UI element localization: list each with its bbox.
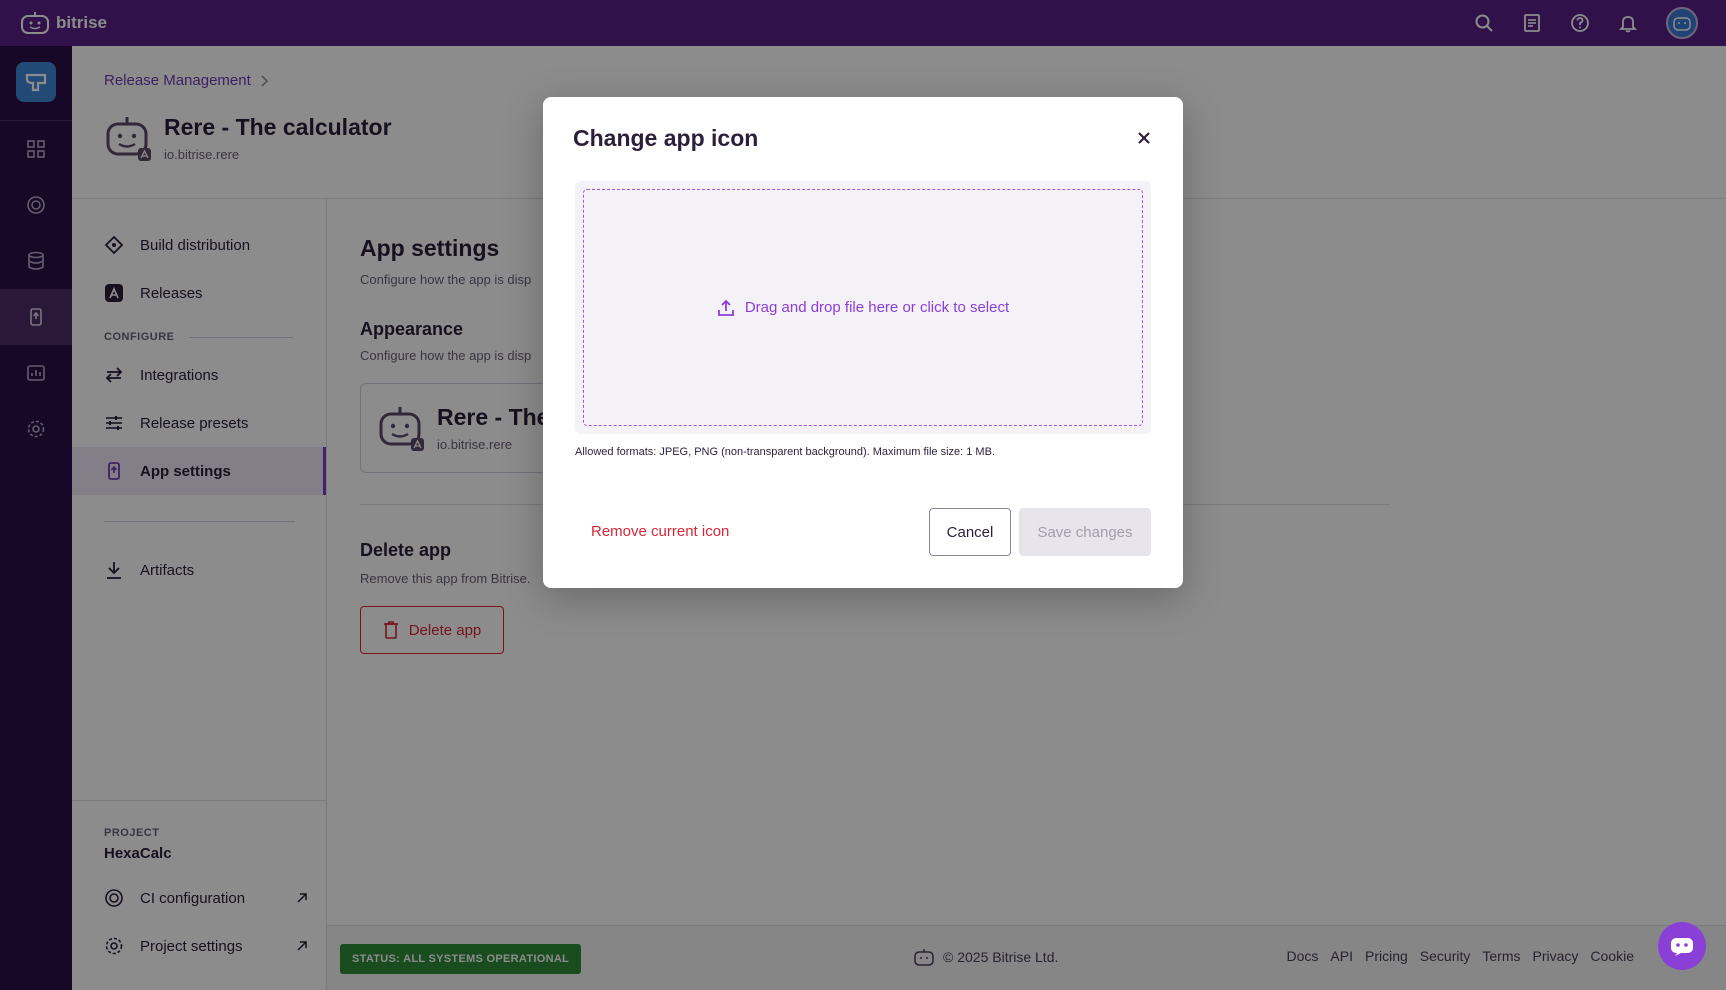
change-app-icon-dialog: Change app icon Drag and drop file here … <box>543 97 1183 588</box>
chat-button[interactable] <box>1658 922 1706 970</box>
allowed-formats-hint: Allowed formats: JPEG, PNG (non-transpar… <box>575 446 995 458</box>
remove-current-icon-button[interactable]: Remove current icon <box>591 523 729 540</box>
chat-robot-icon <box>1671 938 1693 956</box>
file-dropzone[interactable]: Drag and drop file here or click to sele… <box>583 189 1143 426</box>
close-icon <box>1138 132 1150 144</box>
save-changes-button[interactable]: Save changes <box>1019 508 1151 556</box>
upload-icon <box>717 299 734 316</box>
cancel-button[interactable]: Cancel <box>929 508 1011 556</box>
dropzone-text: Drag and drop file here or click to sele… <box>744 299 1010 316</box>
dialog-title: Change app icon <box>573 125 759 151</box>
close-button[interactable] <box>1131 125 1157 151</box>
dropzone-container: Drag and drop file here or click to sele… <box>575 181 1151 434</box>
